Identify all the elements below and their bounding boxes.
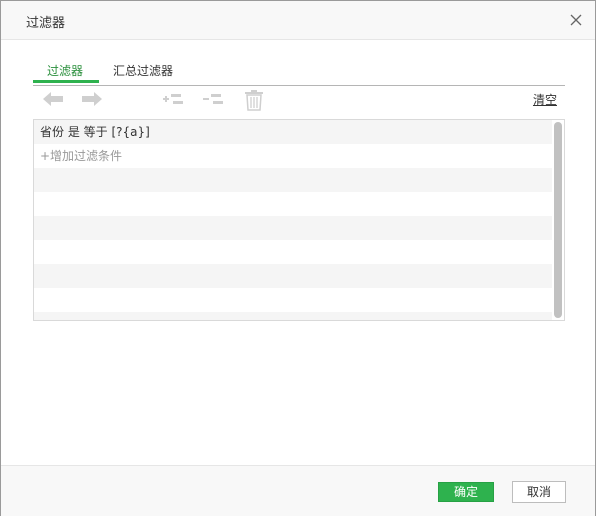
- dialog-title: 过滤器: [26, 16, 66, 31]
- filter-condition-list: 省份 是 等于 [?{a}] +增加过滤条件: [33, 119, 565, 321]
- clear-button[interactable]: 清空: [533, 91, 557, 108]
- filter-condition: 省份 是 等于 [?{a}]: [40, 125, 150, 139]
- arrow-left-icon[interactable]: [41, 89, 65, 109]
- cancel-button[interactable]: 取消: [512, 481, 566, 503]
- ok-button[interactable]: 确定: [438, 482, 494, 502]
- add-condition-icon[interactable]: [161, 89, 185, 109]
- list-item: [34, 240, 552, 264]
- tab-bar: 过滤器 汇总过滤器: [33, 58, 565, 86]
- list-item: [34, 288, 552, 312]
- tab-filter[interactable]: 过滤器: [47, 62, 83, 79]
- list-item: [34, 192, 552, 216]
- filter-toolbar: 清空: [33, 87, 565, 113]
- dialog-footer: 确定 取消: [1, 465, 595, 516]
- close-icon[interactable]: [568, 12, 584, 28]
- filter-dialog: 过滤器 过滤器 汇总过滤器 清空 省份 是 等于 [?{a}] +增加过滤条件: [0, 0, 596, 516]
- list-item[interactable]: +增加过滤条件: [34, 144, 552, 168]
- remove-condition-icon[interactable]: [201, 89, 225, 109]
- add-filter-condition-link[interactable]: +增加过滤条件: [40, 149, 122, 163]
- tab-summary-filter[interactable]: 汇总过滤器: [113, 62, 173, 79]
- list-item: [34, 312, 552, 320]
- trash-icon[interactable]: [243, 89, 265, 111]
- vertical-scrollbar[interactable]: [554, 122, 562, 318]
- arrow-right-icon[interactable]: [80, 89, 104, 109]
- list-item[interactable]: 省份 是 等于 [?{a}]: [34, 120, 552, 144]
- dialog-titlebar: 过滤器: [1, 1, 595, 40]
- active-tab-indicator: [33, 80, 99, 83]
- list-item: [34, 216, 552, 240]
- list-item: [34, 264, 552, 288]
- list-item: [34, 168, 552, 192]
